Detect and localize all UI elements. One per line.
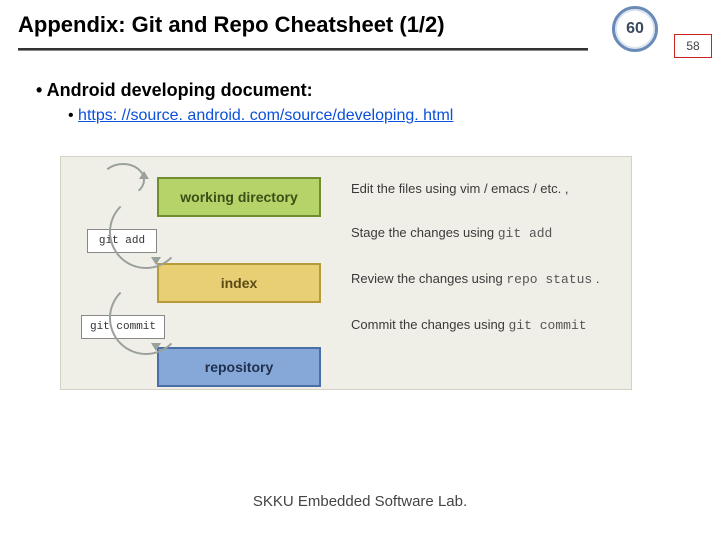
desc-stage: Stage the changes using git add bbox=[351, 225, 619, 243]
arrow-wd-to-index-head bbox=[151, 257, 161, 265]
stage-index: index bbox=[157, 263, 321, 303]
arrow-index-to-repo-arc bbox=[109, 281, 183, 355]
arrow-edit-loop bbox=[101, 163, 145, 197]
title-rule bbox=[18, 48, 588, 51]
desc-commit: Commit the changes using git commit bbox=[351, 317, 619, 335]
slide-header: Appendix: Git and Repo Cheatsheet (1/2) bbox=[18, 12, 600, 38]
desc-review-prefix: Review the changes using bbox=[351, 271, 506, 286]
desc-commit-prefix: Commit the changes using bbox=[351, 317, 509, 332]
desc-stage-prefix: Stage the changes using bbox=[351, 225, 498, 240]
stage-working-directory: working directory bbox=[157, 177, 321, 217]
slide-content: Android developing document: https: //so… bbox=[36, 80, 680, 125]
slide: Appendix: Git and Repo Cheatsheet (1/2) … bbox=[0, 0, 720, 540]
desc-review-cmd: repo status bbox=[506, 272, 592, 287]
arrow-wd-to-index-arc bbox=[109, 195, 183, 269]
arrow-edit-loop-head bbox=[139, 171, 149, 179]
desc-review: Review the changes using repo status . bbox=[351, 271, 619, 289]
desc-edit: Edit the files using vim / emacs / etc. … bbox=[351, 181, 619, 198]
desc-review-suffix: . bbox=[592, 271, 599, 286]
page-badge-sub: 58 bbox=[674, 34, 712, 58]
slide-footer: SKKU Embedded Software Lab. bbox=[0, 493, 720, 510]
desc-stage-cmd: git add bbox=[498, 226, 553, 241]
page-badge-main: 60 bbox=[612, 6, 658, 52]
arrow-index-to-repo-head bbox=[151, 343, 161, 351]
stage-repository: repository bbox=[157, 347, 321, 387]
bullet-level2: https: //source. android. com/source/dev… bbox=[68, 107, 680, 125]
desc-edit-text: Edit the files using vim / emacs / etc. … bbox=[351, 181, 568, 196]
slide-title: Appendix: Git and Repo Cheatsheet (1/2) bbox=[18, 12, 600, 38]
source-link[interactable]: https: //source. android. com/source/dev… bbox=[78, 107, 453, 124]
desc-commit-cmd: git commit bbox=[509, 318, 587, 333]
bullet-level1: Android developing document: bbox=[36, 80, 680, 101]
git-workflow-diagram: working directory index repository git a… bbox=[60, 156, 632, 390]
